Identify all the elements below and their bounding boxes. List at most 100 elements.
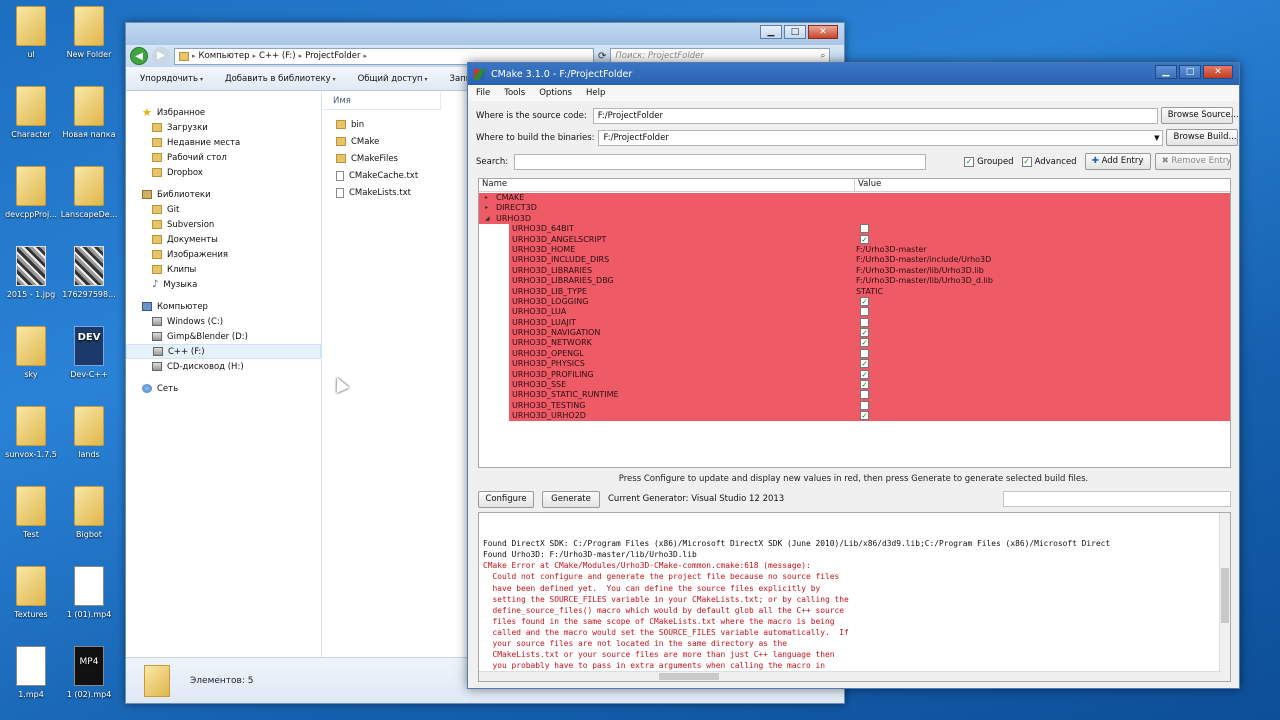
command-button[interactable]: Упорядочить [140,74,203,84]
cache-entry-row[interactable]: URHO3D_LIBRARIES F:/Urho3D-master/lib/Urh… [479,265,1230,277]
close-button[interactable]: ✕ [808,25,838,39]
nav-item[interactable]: Gimp&Blender (D:) [126,329,321,344]
entry-checkbox[interactable] [860,317,869,327]
entry-value-cell[interactable]: F:/Urho3D-master/include/Urho3D [855,255,991,265]
menu-item[interactable]: File [476,88,490,98]
browse-source-button[interactable]: Browse Source... [1160,107,1239,124]
desktop-icon[interactable]: lands [58,400,120,472]
cache-entry-row[interactable]: URHO3D_64BIT [479,224,1230,235]
command-button[interactable]: Общий доступ [358,74,428,84]
entry-value-cell[interactable]: STATIC [855,287,883,297]
advanced-checkbox[interactable]: ✓ Advanced [1021,156,1077,167]
entry-value-cell[interactable] [855,390,869,400]
cache-entry-row[interactable]: URHO3D_LUAJIT [479,317,1230,329]
cache-entry-row[interactable]: URHO3D_SSE ✓ [479,380,1230,391]
entry-value-cell[interactable] [855,317,869,328]
desktop-icon[interactable]: devcppProj... [0,160,62,232]
add-entry-button[interactable]: ✚ Add Entry [1084,153,1151,170]
cmake-search-input[interactable] [514,153,927,170]
entry-checkbox[interactable] [860,224,869,234]
nav-item[interactable]: CD-дисковод (H:) [126,359,321,374]
chevron-right-icon[interactable]: ▸ [192,52,196,60]
cache-entry-row[interactable]: URHO3D_PROFILING ✓ [479,369,1230,381]
remove-entry-button[interactable]: ✖ Remove Entry [1154,153,1231,170]
entry-value-cell[interactable] [855,400,869,411]
cmake-titlebar[interactable]: CMake 3.1.0 - F:/ProjectFolder ▁ □ ✕ [468,63,1239,85]
entry-value-cell[interactable] [855,224,869,234]
desktop-icon[interactable]: sunvox-1.7.5 [0,400,62,472]
cache-entry-row[interactable]: URHO3D_HOME F:/Urho3D-master [479,244,1230,256]
desktop-icon[interactable]: 1.mp4 [0,640,62,712]
grouped-checkbox[interactable]: ✓ Grouped [964,156,1014,167]
chevron-right-icon[interactable]: ▸ [252,52,256,60]
scroll-thumb[interactable] [1221,568,1229,623]
group-row[interactable]: ▸ DIRECT3D [479,203,1230,213]
nav-item[interactable]: Библиотеки [126,187,321,202]
cache-entry-row[interactable]: URHO3D_LUA [479,307,1230,319]
command-button[interactable]: Добавить в библиотеку [225,74,336,84]
breadcrumb-item[interactable]: Компьютер [199,51,250,61]
menu-item[interactable]: Options [539,88,572,98]
cache-entry-row[interactable]: URHO3D_STATIC_RUNTIME [479,390,1230,402]
expanded-arrow-icon[interactable]: ◢ [485,214,490,224]
scroll-thumb[interactable] [659,673,719,680]
desktop-icon[interactable]: Test [0,480,62,552]
entry-checkbox[interactable]: ✓ [860,411,869,421]
cache-entry-row[interactable]: URHO3D_OPENGL [479,348,1230,360]
desktop-icon[interactable]: ul [0,0,62,72]
nav-item[interactable]: Компьютер [126,299,321,314]
nav-item[interactable]: Клипы [126,262,321,277]
chevron-right-icon[interactable]: ▸ [299,52,303,60]
nav-item[interactable]: Windows (C:) [126,314,321,329]
configure-button[interactable]: Configure [478,490,534,508]
group-row[interactable]: ◢ URHO3D [479,214,1230,224]
log-vertical-scrollbar[interactable] [1219,513,1230,681]
desktop-icon[interactable]: DEV Dev-C++ [58,320,120,392]
entry-value-cell[interactable] [855,307,869,317]
desktop-icon[interactable]: LanscapeDe... [58,160,120,232]
entry-checkbox[interactable]: ✓ [860,234,869,244]
cache-entry-row[interactable]: URHO3D_PHYSICS ✓ [479,359,1230,371]
back-button[interactable]: ◀ [130,47,148,65]
entry-value-cell[interactable]: ✓ [855,296,869,307]
entry-checkbox[interactable] [860,348,869,358]
desktop-icon[interactable]: Bigbot [58,480,120,552]
entry-value-cell[interactable]: ✓ [855,328,869,338]
menu-item[interactable]: Help [586,88,605,98]
desktop-icon[interactable]: Новая папка [58,80,120,152]
entry-value-cell[interactable] [855,348,869,359]
forward-button[interactable]: ▶ [152,47,170,65]
nav-item[interactable]: ♪ Музыка [126,277,321,292]
cache-entry-row[interactable]: URHO3D_INCLUDE_DIRS F:/Urho3D-master/incl… [479,255,1230,267]
maximize-button[interactable]: □ [1179,65,1201,79]
entry-value-cell[interactable]: ✓ [855,359,869,369]
cache-entry-row[interactable]: URHO3D_ANGELSCRIPT ✓ [479,234,1230,246]
nav-item[interactable]: Загрузки [126,120,321,135]
cache-entry-row[interactable]: URHO3D_URHO2D ✓ [479,411,1230,422]
cache-entry-row[interactable]: URHO3D_TESTING [479,400,1230,412]
entry-value-cell[interactable]: F:/Urho3D-master/lib/Urho3D_d.lib [855,276,993,286]
browse-build-button[interactable]: Browse Build... [1166,129,1239,146]
column-header-name[interactable]: Name [479,179,855,191]
cache-entry-row[interactable]: URHO3D_NAVIGATION ✓ [479,328,1230,339]
desktop-icon[interactable]: 176297598... [58,240,120,312]
refresh-icon[interactable]: ⟳ [598,51,606,62]
entry-checkbox[interactable]: ✓ [860,296,869,306]
minimize-button[interactable]: ▁ [760,25,782,39]
breadcrumb-item[interactable]: C++ (F:) [259,51,296,61]
desktop-icon[interactable]: MP4 1 (02).mp4 [58,640,120,712]
desktop-icon[interactable]: Character [0,80,62,152]
entry-checkbox[interactable]: ✓ [860,369,869,379]
entry-value-cell[interactable]: F:/Urho3D-master [855,245,927,255]
entry-value-cell[interactable]: ✓ [855,369,869,380]
entry-checkbox[interactable]: ✓ [860,359,869,369]
nav-item[interactable]: Рабочий стол [126,150,321,165]
entry-value-cell[interactable]: ✓ [855,338,869,348]
minimize-button[interactable]: ▁ [1155,65,1177,79]
group-row[interactable]: ▸ CMAKE [479,193,1230,203]
log-horizontal-scrollbar[interactable] [479,671,1221,681]
nav-item[interactable]: Изображения [126,247,321,262]
nav-item[interactable]: Subversion [126,217,321,232]
column-header-name[interactable]: Имя [323,92,441,110]
generate-button[interactable]: Generate [542,490,600,508]
